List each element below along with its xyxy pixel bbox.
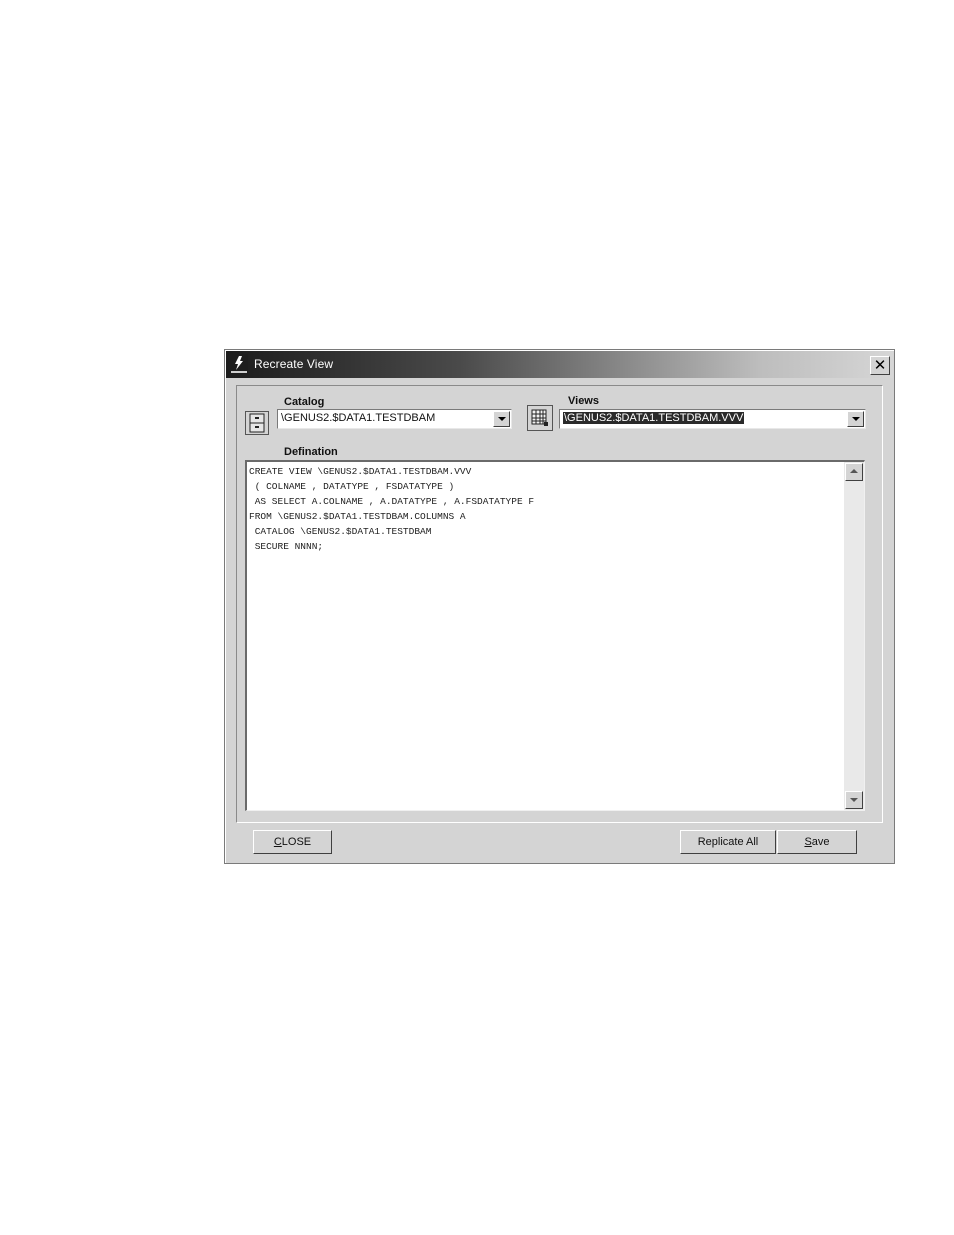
window-title: Recreate View xyxy=(254,357,334,371)
recreate-view-dialog: Recreate View ✕ Catalog \GENUS2.$DATA1.T… xyxy=(224,349,895,864)
views-select[interactable]: \GENUS2.$DATA1.TESTDBAM.VVV xyxy=(559,409,866,429)
grid-icon[interactable] xyxy=(527,405,553,431)
close-button[interactable]: CLOSE xyxy=(253,830,332,854)
definition-group: Catalog \GENUS2.$DATA1.TESTDBAM Views \G… xyxy=(236,385,883,823)
definition-text: CREATE VIEW \GENUS2.$DATA1.TESTDBAM.VVV … xyxy=(249,466,535,552)
app-icon xyxy=(230,354,248,374)
views-label: Views xyxy=(568,395,599,407)
views-value: \GENUS2.$DATA1.TESTDBAM.VVV xyxy=(563,412,745,424)
scroll-up-icon[interactable] xyxy=(845,463,863,481)
close-button-mnemonic: C xyxy=(273,836,282,848)
close-icon[interactable]: ✕ xyxy=(870,356,890,375)
close-button-label: LOSE xyxy=(281,836,312,848)
catalog-label: Catalog xyxy=(284,396,325,408)
save-button-mnemonic: S xyxy=(804,836,812,848)
save-button-label: ave xyxy=(811,836,830,848)
vertical-scrollbar[interactable] xyxy=(844,462,864,810)
title-bar[interactable]: Recreate View ✕ xyxy=(226,351,893,378)
definition-textarea[interactable]: CREATE VIEW \GENUS2.$DATA1.TESTDBAM.VVV … xyxy=(245,460,865,811)
chevron-down-icon[interactable] xyxy=(847,411,864,427)
scroll-down-icon[interactable] xyxy=(845,791,863,809)
save-button[interactable]: Save xyxy=(777,830,857,854)
replicate-all-button[interactable]: Replicate All xyxy=(680,830,776,854)
cabinet-icon[interactable] xyxy=(245,411,269,435)
catalog-value: \GENUS2.$DATA1.TESTDBAM xyxy=(281,412,436,424)
chevron-down-icon[interactable] xyxy=(493,411,510,427)
definition-label: Defination xyxy=(284,446,338,458)
catalog-select[interactable]: \GENUS2.$DATA1.TESTDBAM xyxy=(277,409,512,429)
